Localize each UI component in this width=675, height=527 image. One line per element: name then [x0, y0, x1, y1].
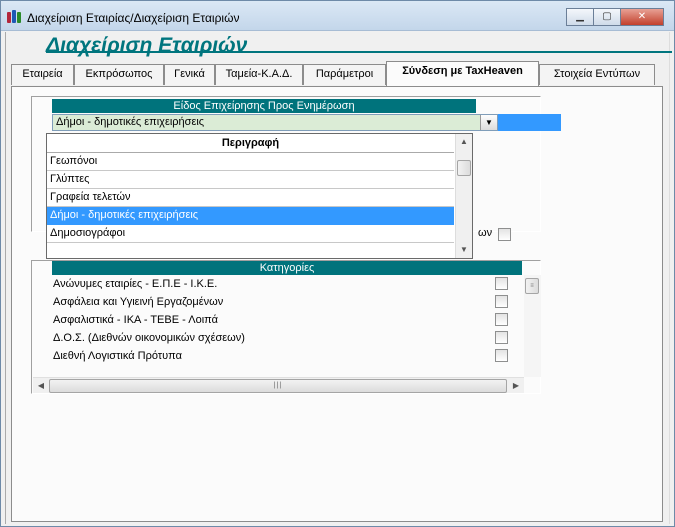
minimize-button[interactable]: ▁ — [566, 8, 594, 26]
category-label: Δ.Ο.Σ. (Διεθνών οικονομικών σχέσεων) — [53, 332, 245, 344]
business-type-combo[interactable]: Δήμοι - δημοτικές επιχειρήσεις ▼ — [52, 114, 498, 131]
tab-company[interactable]: Εταιρεία — [11, 64, 74, 85]
category-checkbox[interactable] — [495, 331, 508, 344]
category-row[interactable]: Ανώνυμες εταιρίες - Ε.Π.Ε - Ι.Κ.Ε. — [53, 275, 523, 293]
dropdown-scroll-thumb[interactable] — [457, 160, 471, 176]
categories-vscrollbar[interactable]: ≡ — [524, 275, 541, 377]
tab-representative[interactable]: Εκπρόσωπος — [74, 64, 164, 85]
header-rule — [256, 51, 672, 53]
client-area: Διαχείριση Εταιριών Εταιρεία Εκπρόσωπος … — [5, 32, 672, 524]
tab-general[interactable]: Γενικά — [164, 64, 215, 85]
category-label: Ανώνυμες εταιρίες - Ε.Π.Ε - Ι.Κ.Ε. — [53, 278, 218, 290]
tab-funds-kad[interactable]: Ταμεία-Κ.Α.Δ. — [215, 64, 303, 85]
category-row[interactable]: Ασφάλεια και Υγιεινή Εργαζομένων — [53, 293, 523, 311]
category-checkbox[interactable] — [495, 277, 508, 290]
scroll-right-icon[interactable]: ▶ — [508, 378, 524, 394]
dropdown-option[interactable]: Γλύπτες — [47, 171, 454, 189]
scroll-up-icon[interactable]: ▲ — [456, 134, 472, 150]
chevron-down-icon[interactable]: ▼ — [480, 115, 497, 130]
partial-label: ων — [478, 227, 493, 239]
dropdown-option-selected[interactable]: Δήμοι - δημοτικές επιχειρήσεις — [47, 207, 454, 225]
title-bar[interactable]: Διαχείριση Εταιρίας/Διαχείριση Εταιριών … — [1, 1, 674, 31]
tab-parameters[interactable]: Παράμετροι — [303, 64, 386, 85]
business-type-value: Δήμοι - δημοτικές επιχειρήσεις — [56, 116, 205, 128]
page-title: Διαχείριση Εταιριών — [46, 34, 248, 57]
app-books-icon — [7, 10, 23, 24]
dropdown-option[interactable]: Γραφεία τελετών — [47, 189, 454, 207]
hscroll-thumb[interactable]: ||| — [49, 379, 507, 393]
category-row[interactable]: Δ.Ο.Σ. (Διεθνών οικονομικών σχέσεων) — [53, 329, 523, 347]
close-button[interactable]: ✕ — [620, 8, 664, 26]
category-label: Ασφάλεια και Υγιεινή Εργαζομένων — [53, 296, 224, 308]
dropdown-scrollbar[interactable]: ▲ ▼ — [455, 134, 472, 258]
category-checkbox[interactable] — [495, 295, 508, 308]
categories-group: Κατηγορίες Ανώνυμες εταιρίες - Ε.Π.Ε - Ι… — [31, 260, 541, 394]
category-row[interactable]: Ασφαλιστικά - ΙΚΑ - ΤΕΒΕ - Λοιπά — [53, 311, 523, 329]
category-checkbox[interactable] — [495, 313, 508, 326]
category-row[interactable]: Διεθνή Λογιστικά Πρότυπα — [53, 347, 523, 365]
business-type-dropdown[interactable]: Περιγραφή Γεωπόνοι Γλύπτες Γραφεία τελετ… — [46, 133, 473, 259]
business-type-checkbox[interactable] — [498, 228, 511, 241]
app-window: Διαχείριση Εταιρίας/Διαχείριση Εταιριών … — [0, 0, 675, 527]
dropdown-option[interactable]: Δημοσιογράφοι — [47, 225, 454, 243]
categories-hscrollbar[interactable]: ◀ ||| ▶ — [33, 377, 524, 393]
window-title: Διαχείριση Εταιρίας/Διαχείριση Εταιριών — [27, 11, 240, 25]
category-checkbox[interactable] — [495, 349, 508, 362]
scroll-left-icon[interactable]: ◀ — [33, 378, 49, 394]
dropdown-column-header: Περιγραφή — [47, 134, 454, 153]
page-header: Διαχείριση Εταιριών — [12, 32, 672, 60]
scroll-down-icon[interactable]: ▼ — [456, 242, 472, 258]
vscroll-thumb[interactable]: ≡ — [525, 278, 539, 294]
maximize-button[interactable]: ▢ — [593, 8, 621, 26]
title-underline — [46, 51, 256, 53]
category-label: Διεθνή Λογιστικά Πρότυπα — [53, 350, 182, 362]
row-highlight — [498, 114, 561, 131]
tab-form-details[interactable]: Στοιχεία Εντύπων — [539, 64, 655, 85]
tab-taxheaven[interactable]: Σύνδεση με TaxHeaven — [386, 61, 539, 86]
category-label: Ασφαλιστικά - ΙΚΑ - ΤΕΒΕ - Λοιπά — [53, 314, 218, 326]
categories-header: Κατηγορίες — [52, 261, 522, 275]
business-type-header: Είδος Επιχείρησης Προς Ενημέρωση — [52, 99, 476, 113]
dropdown-option[interactable]: Γεωπόνοι — [47, 153, 454, 171]
